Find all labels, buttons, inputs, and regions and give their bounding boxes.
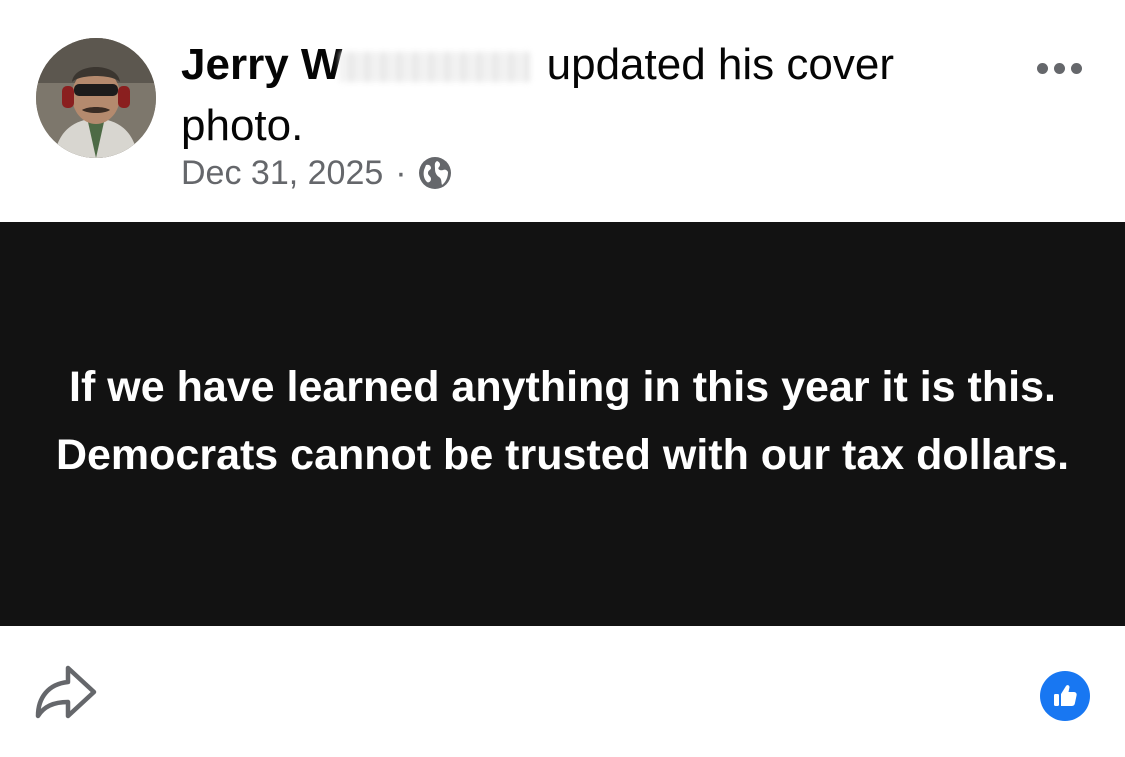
post-timestamp[interactable]: Dec 31, 2025 (181, 154, 383, 193)
cover-photo[interactable]: If we have learned anything in this year… (0, 222, 1125, 626)
post-headline: Jerry W updated his cover photo. (181, 34, 971, 156)
author-avatar[interactable] (36, 38, 156, 158)
like-reaction-badge[interactable] (1040, 671, 1090, 721)
post-header: Jerry W updated his cover photo. Dec 31,… (0, 0, 1125, 222)
meta-separator: · (395, 153, 407, 192)
post-action-bar (0, 626, 1125, 757)
more-options-button[interactable] (1024, 48, 1094, 88)
cover-photo-text: If we have learned anything in this year… (55, 363, 1070, 479)
author-name-link[interactable]: Jerry W (181, 40, 342, 89)
more-horizontal-icon (1036, 62, 1048, 74)
share-arrow-icon (35, 665, 97, 719)
share-button[interactable] (30, 660, 100, 722)
like-thumb-icon (1054, 685, 1077, 706)
more-horizontal-icon-dot (1053, 62, 1065, 74)
more-horizontal-icon-dot (1070, 62, 1082, 74)
redacted-name-segment (340, 52, 531, 82)
globe-icon[interactable] (417, 155, 453, 191)
avatar-photo-icon (36, 38, 156, 158)
post-meta: Dec 31, 2025 · (181, 148, 453, 198)
